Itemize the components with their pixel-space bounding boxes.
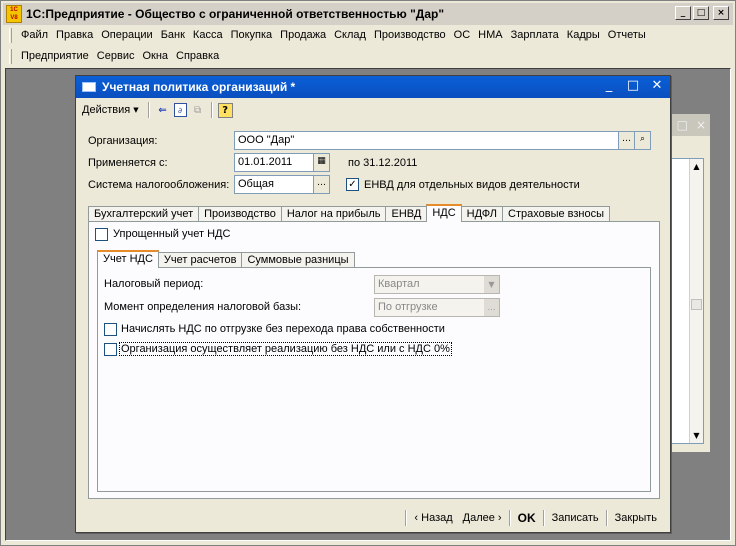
- no-vat-label: Организация осуществляет реализацию без …: [119, 342, 452, 356]
- menu-service[interactable]: Сервис: [93, 50, 139, 62]
- tab-ndfl[interactable]: НДФЛ: [460, 206, 504, 222]
- app-logo-icon: 1С V8: [6, 5, 22, 23]
- search-icon[interactable]: ⌕: [634, 131, 651, 150]
- tax-period-value: Квартал: [378, 278, 420, 290]
- applies-to-text: по 31.12.2011: [348, 157, 418, 169]
- nds-subtabs: Учет НДС Учет расчетов Суммовые разницы: [97, 250, 355, 268]
- back-button[interactable]: ‹ Назад: [409, 512, 457, 524]
- subtab-settlements[interactable]: Учет расчетов: [157, 252, 243, 268]
- next-button[interactable]: Далее ›: [458, 512, 507, 524]
- envd-label: ЕНВД для отдельных видов деятельности: [364, 179, 580, 191]
- accrue-nds-label: Начислять НДС по отгрузке без перехода п…: [121, 323, 445, 335]
- tax-period-label: Налоговый период:: [104, 278, 204, 290]
- menu-fixed-assets[interactable]: ОС: [450, 29, 475, 41]
- applies-from-label: Применяется с:: [88, 157, 168, 169]
- simplified-nds-label: Упрощенный учет НДС: [113, 228, 231, 240]
- minimize-icon[interactable]: _: [675, 6, 691, 20]
- document-movements-icon[interactable]: ∂: [173, 103, 187, 117]
- close-icon[interactable]: ×: [696, 118, 706, 132]
- accrue-nds-checkbox[interactable]: [104, 323, 117, 336]
- calendar-icon[interactable]: ▦: [313, 153, 330, 172]
- tab-envd[interactable]: ЕНВД: [385, 206, 428, 222]
- simplified-nds-checkbox[interactable]: [95, 228, 108, 241]
- tab-nds[interactable]: НДС: [426, 204, 462, 222]
- main-menu-row1: Файл Правка Операции Банк Касса Покупка …: [5, 25, 731, 45]
- menu-operations[interactable]: Операции: [97, 29, 156, 41]
- tax-base-moment-field[interactable]: По отгрузке …: [374, 298, 500, 317]
- main-titlebar: 1С V8 1С:Предприятие - Общество с огранич…: [3, 3, 733, 25]
- menu-warehouse[interactable]: Склад: [330, 29, 370, 41]
- envd-checkbox[interactable]: ✓: [346, 178, 359, 191]
- scroll-thumb[interactable]: [691, 299, 702, 310]
- chevron-down-icon[interactable]: ▼: [484, 276, 499, 293]
- background-window-list[interactable]: ▲ ▼: [666, 158, 704, 444]
- actions-label: Действия: [82, 104, 131, 116]
- no-vat-checkbox[interactable]: [104, 343, 117, 356]
- tax-system-label: Система налогообложения:: [88, 179, 230, 191]
- close-icon[interactable]: ✕: [650, 79, 664, 93]
- menu-edit[interactable]: Правка: [52, 29, 97, 41]
- organization-label: Организация:: [88, 135, 158, 147]
- help-icon[interactable]: ?: [217, 102, 233, 118]
- menu-help[interactable]: Справка: [172, 50, 223, 62]
- main-menu-row2: Предприятие Сервис Окна Справка: [5, 46, 731, 66]
- tab-production[interactable]: Производство: [198, 206, 282, 222]
- nds-tab-panel: Упрощенный учет НДС Учет НДС Учет расчет…: [88, 221, 660, 499]
- menu-bank[interactable]: Банк: [157, 29, 189, 41]
- accounting-policy-dialog: Учетная политика организаций * _ □ ✕ Дей…: [75, 75, 671, 533]
- menu-cash[interactable]: Касса: [189, 29, 227, 41]
- applies-from-field[interactable]: 01.01.2011: [234, 153, 314, 172]
- menu-reports[interactable]: Отчеты: [604, 29, 650, 41]
- main-window-title: 1С:Предприятие - Общество с ограниченной…: [26, 7, 445, 21]
- form-icon: [82, 82, 96, 92]
- dialog-footer: ‹ Назад Далее › OK Записать Закрыть: [76, 504, 670, 532]
- ok-button[interactable]: OK: [513, 511, 541, 525]
- dialog-toolbar: Действия ▼ ⇐ ∂ ⧉ ?: [78, 99, 668, 121]
- tab-insurance[interactable]: Страховые взносы: [502, 206, 611, 222]
- close-button[interactable]: Закрыть: [610, 512, 662, 524]
- actions-menu-button[interactable]: Действия ▼: [78, 104, 143, 116]
- scroll-down-icon[interactable]: ▼: [691, 430, 702, 441]
- menu-production[interactable]: Производство: [370, 29, 450, 41]
- toolbar-grip[interactable]: [9, 48, 12, 64]
- menu-sales[interactable]: Продажа: [276, 29, 330, 41]
- toolbar-grip[interactable]: [9, 27, 12, 43]
- menu-salary[interactable]: Зарплата: [507, 29, 563, 41]
- menu-windows[interactable]: Окна: [138, 50, 172, 62]
- organization-field[interactable]: ООО "Дар": [234, 131, 620, 150]
- maximize-icon[interactable]: □: [693, 6, 709, 20]
- maximize-icon[interactable]: □: [626, 79, 640, 93]
- dialog-title: Учетная политика организаций *: [102, 80, 296, 94]
- tax-base-moment-label: Момент определения налоговой базы:: [104, 301, 302, 313]
- menu-intangibles[interactable]: НМА: [474, 29, 506, 41]
- policy-tabs: Бухгалтерский учет Производство Налог на…: [88, 204, 611, 222]
- main-window: 1С V8 1С:Предприятие - Общество с огранич…: [0, 0, 736, 546]
- menu-file[interactable]: Файл: [17, 29, 52, 41]
- tax-system-field[interactable]: Общая: [234, 175, 314, 194]
- ellipsis-button[interactable]: …: [313, 175, 330, 194]
- tax-period-combo[interactable]: Квартал ▼: [374, 275, 500, 294]
- maximize-icon[interactable]: □: [677, 118, 688, 132]
- menu-purchase[interactable]: Покупка: [227, 29, 277, 41]
- tab-accounting[interactable]: Бухгалтерский учет: [88, 206, 200, 222]
- close-icon[interactable]: ×: [713, 6, 729, 20]
- subtab-sum-differences[interactable]: Суммовые разницы: [241, 252, 355, 268]
- menu-hr[interactable]: Кадры: [563, 29, 604, 41]
- copy-icon[interactable]: ⧉: [190, 102, 206, 118]
- chevron-down-icon: ▼: [133, 106, 139, 114]
- tab-profit-tax[interactable]: Налог на прибыль: [280, 206, 387, 222]
- save-button[interactable]: Записать: [547, 512, 604, 524]
- scrollbar[interactable]: ▲ ▼: [689, 159, 703, 443]
- scroll-up-icon[interactable]: ▲: [691, 161, 702, 172]
- ellipsis-button[interactable]: …: [484, 299, 499, 316]
- ellipsis-button[interactable]: …: [618, 131, 635, 150]
- dialog-titlebar: Учетная политика организаций * _ □ ✕: [76, 76, 670, 98]
- nds-subtab-panel: Налоговый период: Квартал ▼ Момент опред…: [97, 267, 651, 492]
- subtab-nds-accounting[interactable]: Учет НДС: [97, 250, 159, 268]
- menu-enterprise[interactable]: Предприятие: [17, 50, 93, 62]
- tax-base-moment-value: По отгрузке: [378, 301, 438, 313]
- select-arrow-icon[interactable]: ⇐: [155, 102, 171, 118]
- minimize-icon[interactable]: _: [602, 79, 616, 93]
